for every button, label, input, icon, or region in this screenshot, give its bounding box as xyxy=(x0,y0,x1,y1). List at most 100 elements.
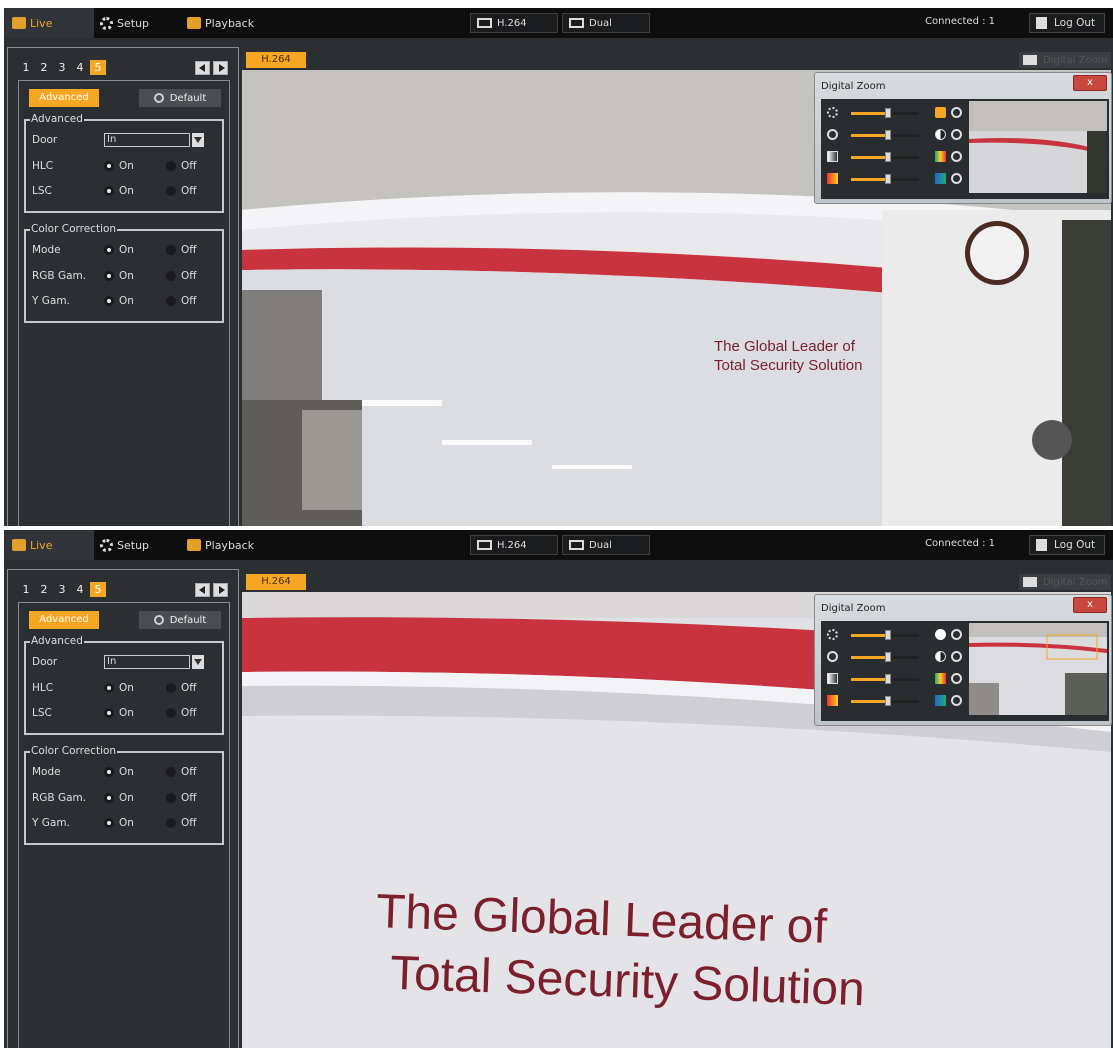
logout-button[interactable]: Log Out xyxy=(1029,535,1105,555)
rgb-off-radio[interactable]: Off xyxy=(166,792,197,804)
codec-button[interactable]: H.264 xyxy=(470,535,558,555)
reset-icon[interactable] xyxy=(951,173,962,184)
contrast-slider[interactable] xyxy=(885,130,891,140)
watermark-line2: Total Security Solution xyxy=(714,357,863,374)
hue-high-icon[interactable] xyxy=(935,173,946,184)
channel-tab-3[interactable]: 3 xyxy=(54,60,70,75)
reset-icon[interactable] xyxy=(951,651,962,662)
nav-setup[interactable]: Setup xyxy=(100,530,180,560)
saturation-slider[interactable] xyxy=(885,674,891,684)
channel-tab-2[interactable]: 2 xyxy=(36,60,52,75)
codec-button[interactable]: H.264 xyxy=(470,13,558,33)
dual-button[interactable]: Dual xyxy=(562,535,650,555)
ygam-on-radio[interactable]: On xyxy=(104,817,134,829)
dual-button[interactable]: Dual xyxy=(562,13,650,33)
lsc-off-radio[interactable]: Off xyxy=(166,185,197,197)
next-arrow-icon[interactable] xyxy=(213,61,228,75)
zoom-preview[interactable] xyxy=(969,623,1107,715)
rgb-on-radio[interactable]: On xyxy=(104,270,134,282)
brightness-high-icon[interactable] xyxy=(935,107,946,118)
reset-icon[interactable] xyxy=(951,673,962,684)
channel-tab-2[interactable]: 2 xyxy=(36,582,52,597)
mode-off-radio[interactable]: Off xyxy=(166,766,197,778)
chevron-down-icon[interactable] xyxy=(192,133,204,147)
hue-slider[interactable] xyxy=(885,696,891,706)
prev-arrow-icon[interactable] xyxy=(195,61,210,75)
nav-live[interactable]: Live xyxy=(4,8,94,38)
close-button[interactable]: x xyxy=(1073,597,1107,613)
video-tab[interactable]: H.264 xyxy=(246,52,306,68)
channel-tab-5[interactable]: 5 xyxy=(90,60,106,75)
mode-on-radio[interactable]: On xyxy=(104,244,134,256)
digital-zoom-window: Digital Zoom x xyxy=(814,72,1112,204)
default-button[interactable]: Default xyxy=(139,611,221,629)
advanced-button[interactable]: Advanced xyxy=(29,89,99,107)
ygam-off-radio[interactable]: Off xyxy=(166,817,197,829)
close-button[interactable]: x xyxy=(1073,75,1107,91)
lsc-off-radio[interactable]: Off xyxy=(166,707,197,719)
door-select[interactable]: In xyxy=(104,655,190,669)
default-button[interactable]: Default xyxy=(139,89,221,107)
brightness-slider[interactable] xyxy=(885,630,891,640)
on-label: On xyxy=(119,682,134,694)
hlc-on-radio[interactable]: On xyxy=(104,160,134,172)
lsc-row: LSC On Off xyxy=(32,706,218,722)
gear-icon xyxy=(100,538,113,552)
hlc-on-radio[interactable]: On xyxy=(104,682,134,694)
saturation-slider[interactable] xyxy=(885,152,891,162)
hlc-off-radio[interactable]: Off xyxy=(166,682,197,694)
channel-tab-1[interactable]: 1 xyxy=(18,60,34,75)
hlc-label: HLC xyxy=(32,682,54,694)
chevron-down-icon[interactable] xyxy=(192,655,204,669)
rgb-off-radio[interactable]: Off xyxy=(166,270,197,282)
contrast-slider[interactable] xyxy=(885,652,891,662)
logout-label: Log Out xyxy=(1054,539,1096,551)
playback-icon xyxy=(187,17,201,29)
reset-icon[interactable] xyxy=(951,151,962,162)
mode-off-radio[interactable]: Off xyxy=(166,244,197,256)
channel-tab-3[interactable]: 3 xyxy=(54,582,70,597)
digital-zoom-tab[interactable]: Digital Zoom xyxy=(1019,574,1111,590)
nav-playback[interactable]: Playback xyxy=(187,8,277,38)
nav-playback[interactable]: Playback xyxy=(187,530,277,560)
zoom-preview[interactable] xyxy=(969,101,1107,193)
screen-wide-view: Live Setup Playback H.264 Dual Connected… xyxy=(4,8,1113,526)
ygam-off-radio[interactable]: Off xyxy=(166,295,197,307)
prev-arrow-icon[interactable] xyxy=(195,583,210,597)
lsc-label: LSC xyxy=(32,707,52,719)
contrast-high-icon[interactable] xyxy=(935,129,946,140)
nav-live[interactable]: Live xyxy=(4,530,94,560)
lsc-on-radio[interactable]: On xyxy=(104,707,134,719)
channel-tab-4[interactable]: 4 xyxy=(72,60,88,75)
lsc-on-radio[interactable]: On xyxy=(104,185,134,197)
door-select[interactable]: In xyxy=(104,133,190,147)
next-arrow-icon[interactable] xyxy=(213,583,228,597)
saturation-high-icon[interactable] xyxy=(935,673,946,684)
video-tab[interactable]: H.264 xyxy=(246,574,306,590)
channel-tab-5[interactable]: 5 xyxy=(90,582,106,597)
brightness-high-icon[interactable] xyxy=(935,629,946,640)
hlc-off-radio[interactable]: Off xyxy=(166,160,197,172)
contrast-high-icon[interactable] xyxy=(935,651,946,662)
reset-icon[interactable] xyxy=(951,695,962,706)
digital-zoom-body xyxy=(821,99,1109,199)
channel-tab-1[interactable]: 1 xyxy=(18,582,34,597)
hue-high-icon[interactable] xyxy=(935,695,946,706)
hue-slider[interactable] xyxy=(885,174,891,184)
rgb-on-radio[interactable]: On xyxy=(104,792,134,804)
reset-icon[interactable] xyxy=(951,129,962,140)
nav-setup[interactable]: Setup xyxy=(100,8,180,38)
channel-tab-4[interactable]: 4 xyxy=(72,582,88,597)
ygam-on-radio[interactable]: On xyxy=(104,295,134,307)
saturation-high-icon[interactable] xyxy=(935,151,946,162)
reset-icon[interactable] xyxy=(951,107,962,118)
brightness-slider[interactable] xyxy=(885,108,891,118)
digital-zoom-tab[interactable]: Digital Zoom xyxy=(1019,52,1111,68)
brightness-slider-row xyxy=(825,627,965,643)
mode-row: Mode On Off xyxy=(32,765,218,781)
logout-button[interactable]: Log Out xyxy=(1029,13,1105,33)
mode-on-radio[interactable]: On xyxy=(104,766,134,778)
reset-icon[interactable] xyxy=(951,629,962,640)
advanced-button[interactable]: Advanced xyxy=(29,611,99,629)
playback-icon xyxy=(187,539,201,551)
